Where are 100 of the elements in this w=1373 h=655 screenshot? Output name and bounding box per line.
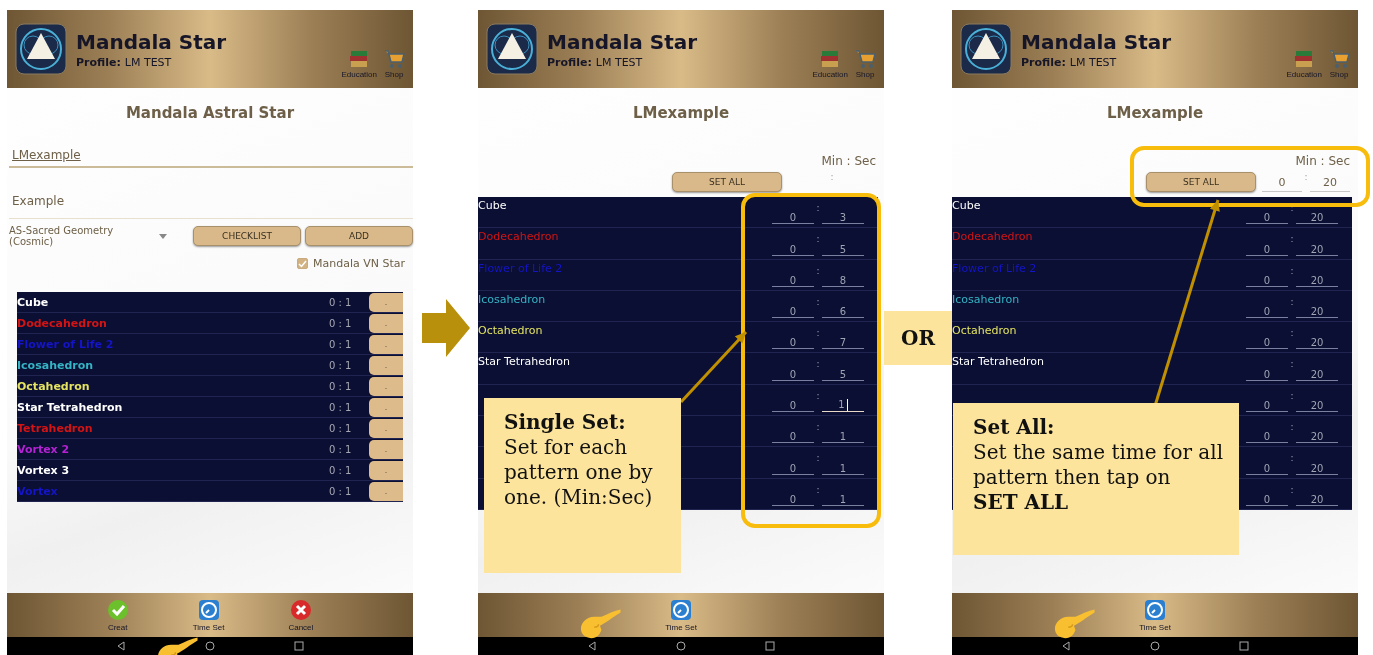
cart-icon (854, 48, 876, 70)
seconds-field[interactable]: 20 (1296, 306, 1338, 319)
profile-label: Profile: LM TEST (1021, 55, 1118, 69)
screen-title: LMexample (1105, 104, 1205, 122)
cancel-button[interactable]: Cancel (288, 593, 314, 637)
pattern-name: Cube (478, 199, 507, 212)
seconds-field[interactable]: 20 (1296, 400, 1338, 413)
description-field[interactable]: Example (9, 194, 413, 219)
check-icon (106, 598, 129, 621)
edit-button[interactable]: . (369, 481, 403, 501)
set-all-button[interactable]: SET ALL (672, 172, 782, 192)
pattern-name: Star Tetrahedron (952, 355, 1044, 369)
checklist-button[interactable]: CHECKLIST (193, 226, 301, 246)
seconds-field[interactable]: 20 (1296, 368, 1338, 381)
seconds-field[interactable]: 1 (822, 431, 864, 444)
unit-label: Min : Sec (1295, 154, 1350, 168)
pattern-name[interactable]: Vortex 3 (17, 463, 70, 477)
back-icon[interactable] (116, 641, 127, 651)
seconds-field[interactable]: 1 (822, 399, 864, 413)
education-button[interactable]: Education (812, 19, 848, 79)
seconds-field[interactable]: 1 (822, 462, 864, 475)
minutes-field[interactable]: 0 (772, 431, 814, 444)
category-dropdown[interactable]: AS-Sacred Geometry (Cosmic) (7, 225, 189, 247)
edit-button[interactable]: . (369, 313, 403, 333)
edit-button[interactable]: . (369, 355, 403, 375)
recents-icon[interactable] (764, 641, 775, 651)
home-icon[interactable] (205, 641, 215, 651)
caret-icon (159, 233, 167, 239)
pattern-time: 0 : 1 (329, 401, 353, 413)
separator: : (1289, 483, 1295, 497)
minutes-field[interactable]: 0 (1246, 431, 1288, 444)
minutes-field[interactable]: 0 (1246, 337, 1288, 350)
minutes-field[interactable]: 0 (1262, 176, 1302, 192)
minutes-field[interactable]: 0 (772, 400, 814, 413)
add-button[interactable]: ADD (305, 226, 413, 246)
edit-button[interactable]: . (369, 439, 403, 459)
edit-button[interactable]: . (369, 397, 403, 417)
time-set-button[interactable]: Time Set (1139, 593, 1171, 637)
recents-icon[interactable] (1238, 641, 1249, 651)
seconds-field[interactable]: 20 (1296, 243, 1338, 256)
minutes-field[interactable]: 0 (1246, 274, 1288, 287)
seconds-field[interactable]: 20 (1296, 493, 1338, 506)
seconds-field[interactable]: 20 (1310, 176, 1350, 192)
minutes-field[interactable]: 0 (772, 243, 814, 256)
seconds-field[interactable]: 20 (1296, 274, 1338, 287)
edit-button[interactable]: . (369, 418, 403, 438)
edit-button[interactable]: . (369, 460, 403, 480)
pattern-name[interactable]: Cube (17, 295, 49, 309)
name-field[interactable]: LMexample (9, 148, 413, 168)
set-all-button[interactable]: SET ALL (1146, 172, 1256, 192)
seconds-field[interactable]: 8 (822, 274, 864, 287)
education-button[interactable]: Education (1286, 19, 1322, 79)
home-icon[interactable] (1150, 641, 1160, 651)
minutes-field[interactable]: 0 (772, 274, 814, 287)
seconds-field[interactable]: 20 (1296, 431, 1338, 444)
minutes-field[interactable]: 0 (1246, 462, 1288, 475)
separator: : (1289, 327, 1295, 341)
seconds-field[interactable]: 5 (822, 368, 864, 381)
edit-button[interactable]: . (369, 292, 403, 312)
checkbox-label: Mandala VN Star (312, 257, 405, 270)
seconds-field[interactable]: 6 (822, 306, 864, 319)
minutes-field[interactable]: 0 (772, 212, 814, 225)
minutes-field[interactable]: 0 (1246, 243, 1288, 256)
minutes-field[interactable]: 0 (1246, 368, 1288, 381)
pattern-name[interactable]: Star Tetrahedron (17, 400, 123, 414)
app-title: Mandala Star (547, 29, 699, 54)
minutes-field[interactable]: 0 (1246, 306, 1288, 319)
minutes-field[interactable]: 0 (772, 462, 814, 475)
time-set-button[interactable]: Time Set (665, 593, 697, 637)
home-icon[interactable] (676, 641, 686, 651)
time-set-button[interactable]: Time Set (192, 593, 225, 637)
minutes-field[interactable]: 0 (1246, 212, 1288, 225)
edit-button[interactable]: . (369, 376, 403, 396)
seconds-field[interactable]: 1 (822, 493, 864, 506)
edit-button[interactable]: . (369, 334, 403, 354)
separator: : (1303, 172, 1309, 182)
seconds-field[interactable]: 5 (822, 243, 864, 256)
seconds-field[interactable]: 3 (822, 212, 864, 225)
minutes-field[interactable]: 0 (1246, 400, 1288, 413)
create-button[interactable]: Creat (106, 593, 129, 637)
seconds-field[interactable]: 20 (1296, 462, 1338, 475)
app-title: Mandala Star (1021, 29, 1173, 54)
back-icon[interactable] (1061, 641, 1072, 651)
seconds-field[interactable]: 7 (822, 337, 864, 350)
checkbox[interactable] (296, 258, 308, 269)
pattern-name[interactable]: Vortex 2 (17, 442, 70, 456)
minutes-field[interactable]: 0 (772, 493, 814, 506)
back-icon[interactable] (587, 641, 598, 651)
minutes-field[interactable]: 0 (772, 368, 814, 381)
pattern-name[interactable]: Octahedron (17, 379, 90, 393)
separator: : (1289, 233, 1295, 247)
minutes-field[interactable]: 0 (772, 306, 814, 319)
minutes-field[interactable]: 0 (1246, 493, 1288, 506)
seconds-field[interactable]: 20 (1296, 212, 1338, 225)
seconds-field[interactable]: 20 (1296, 337, 1338, 350)
pattern-name[interactable]: Icosahedron (17, 358, 94, 372)
education-button[interactable]: Education (341, 19, 377, 79)
recents-icon[interactable] (293, 641, 304, 651)
minutes-field[interactable]: 0 (772, 337, 814, 350)
stopwatch-icon (197, 598, 220, 621)
